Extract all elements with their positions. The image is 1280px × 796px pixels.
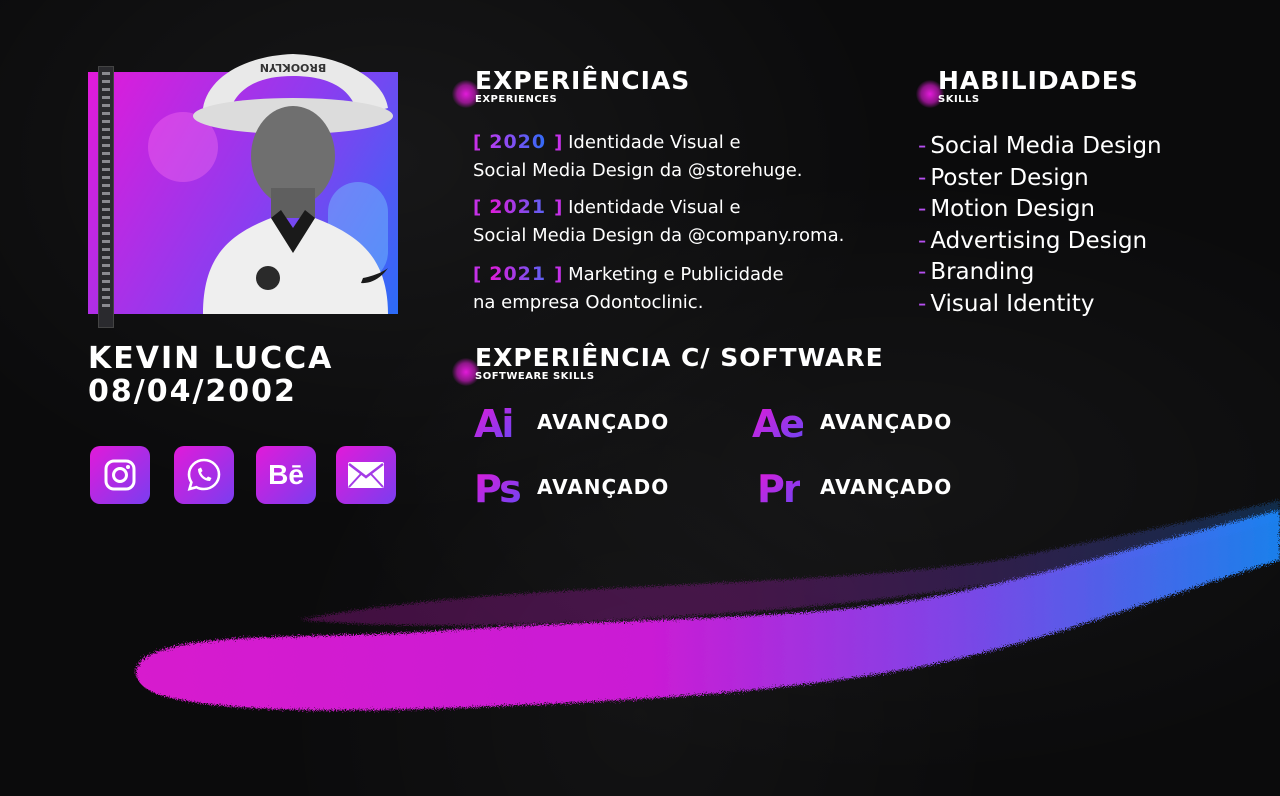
skill-item: - Visual Identity	[918, 290, 1095, 317]
skills-list: - Social Media Design - Poster Design - Mot…	[918, 131, 1162, 321]
hat-text: BROOKLYN	[260, 61, 327, 74]
whatsapp-icon	[187, 458, 221, 491]
skill-item: - Social Media Design	[918, 133, 1162, 159]
profile-birthdate: 08/04/2002	[88, 374, 297, 409]
skills-subtitle: SKILLS	[938, 94, 980, 105]
software-subtitle: SOFTWEARE SKILLS	[475, 371, 595, 382]
premiere-icon: Pr	[757, 467, 802, 511]
illustrator-icon: Ai	[474, 402, 514, 446]
instagram-button[interactable]	[90, 446, 150, 504]
paint-stroke-graphic	[136, 500, 1280, 711]
experiences-title: EXPERIÊNCIAS	[475, 66, 691, 95]
software-level: AVANÇADO	[820, 410, 953, 434]
profile-name: KEVIN LUCCA	[88, 341, 334, 376]
behance-button[interactable]: Bē	[256, 446, 316, 504]
software-level: AVANÇADO	[537, 410, 670, 434]
software-level: AVANÇADO	[820, 475, 953, 499]
experiences-subtitle: EXPERIENCES	[475, 94, 558, 105]
skill-item: - Poster Design	[918, 164, 1089, 191]
software-title: EXPERIÊNCIA C/ SOFTWARE	[475, 343, 884, 372]
whatsapp-button[interactable]	[174, 446, 234, 504]
experience-year: 2021	[489, 196, 547, 218]
instagram-icon	[104, 459, 136, 491]
skills-title: HABILIDADES	[938, 66, 1139, 95]
skill-item: - Branding	[918, 259, 1035, 286]
photoshop-icon: Ps	[474, 467, 522, 511]
experience-item: [2021] Identidade Visual e Social Media …	[473, 196, 845, 246]
photoshop-toolbar-graphic	[98, 66, 114, 328]
software-level: AVANÇADO	[537, 475, 670, 499]
skill-item: - Advertising Design	[918, 227, 1148, 254]
person-illustration: BROOKLYN	[193, 54, 393, 314]
mail-icon	[348, 462, 384, 488]
experience-year: 2021	[489, 263, 547, 285]
behance-icon: Bē	[268, 459, 304, 490]
after-effects-icon: Ae	[752, 402, 805, 446]
profile-photo: BROOKLYN	[88, 54, 398, 328]
experience-item: [2020] Identidade Visual e Social Media …	[473, 131, 803, 181]
email-button[interactable]	[336, 446, 396, 504]
skill-item: - Motion Design	[918, 196, 1096, 223]
experience-item: [2021] Marketing e Publicidade na empres…	[473, 263, 784, 313]
experience-year: 2020	[489, 131, 547, 153]
